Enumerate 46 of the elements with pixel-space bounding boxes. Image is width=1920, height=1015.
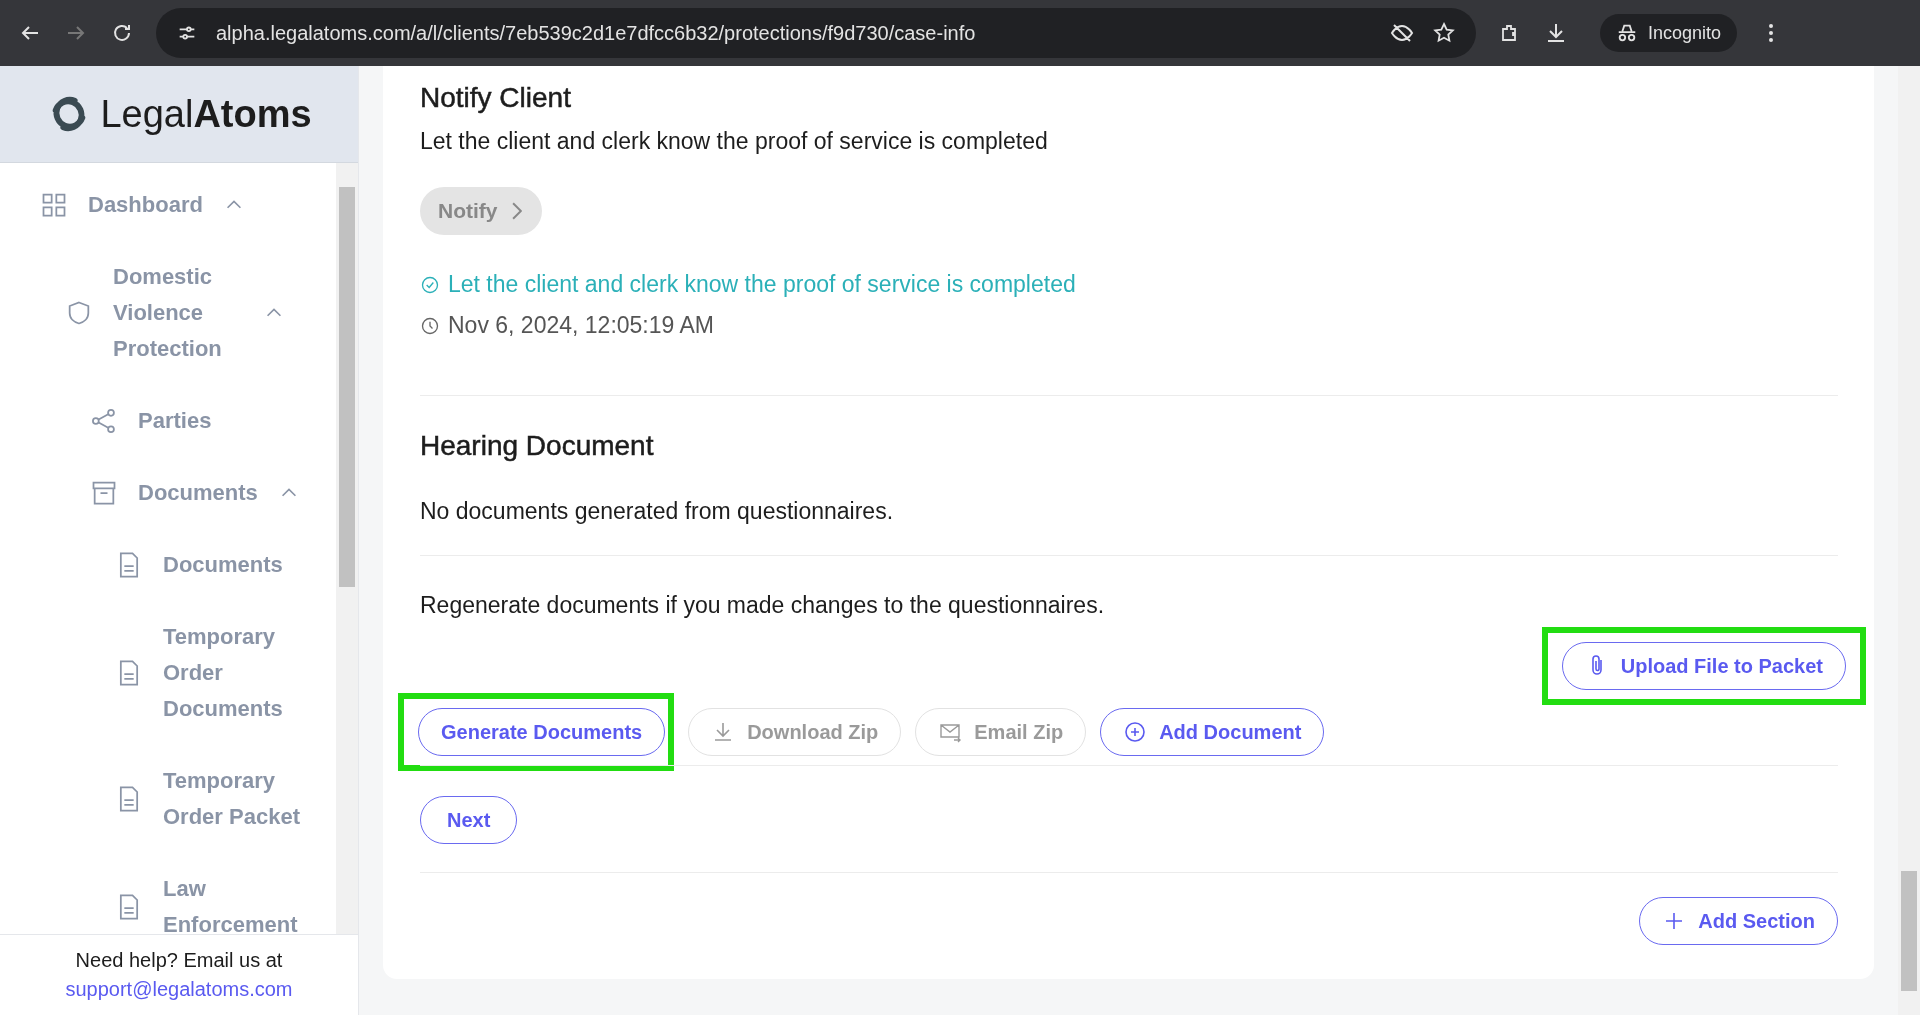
logo-text: LegalAtoms (100, 92, 312, 136)
add-section-button[interactable]: Add Section (1639, 897, 1838, 945)
nav-label: Documents (138, 479, 258, 507)
timestamp: Nov 6, 2024, 12:05:19 AM (448, 312, 714, 339)
plus-circle-icon (1123, 720, 1148, 744)
nav-item[interactable]: Domestic Violence Protection (0, 259, 336, 367)
next-button[interactable]: Next (420, 796, 518, 844)
section-description: Let the client and clerk know the proof of service is completed (420, 128, 1048, 155)
nav-item[interactable]: Dashboard (0, 187, 336, 223)
support-email-link[interactable]: support@legalatoms.com (65, 978, 293, 1001)
share-icon (90, 407, 118, 435)
chevron-right-icon (511, 202, 522, 220)
nav-item[interactable]: Documents (0, 547, 336, 583)
regenerate-hint: Regenerate documents if you made changes to the questionnaires. (420, 592, 1105, 619)
archive-icon (90, 479, 118, 507)
nav-label: Dashboard (88, 191, 203, 219)
nav-label: Temporary Order Packet (163, 767, 301, 831)
check-circle-icon (420, 274, 440, 295)
incognito-icon (1616, 22, 1638, 44)
star-icon[interactable] (1432, 21, 1456, 45)
empty-message: No documents generated from questionnaires. (420, 498, 894, 525)
upload-file-button[interactable]: Upload File to Packet (1561, 642, 1846, 690)
action-button[interactable]: Generate Documents (418, 708, 666, 756)
profile-label: Incognito (1648, 22, 1722, 44)
nav-label: Law Enforcement (163, 875, 299, 934)
nav-item[interactable]: Documents (0, 475, 336, 511)
section-title: Hearing Document (420, 430, 654, 462)
clock-icon (420, 315, 440, 336)
url-text: alpha.legalatoms.com/a/l/clients/7eb539c2d1e7dfcc6b32/protections/f9d730/case-info (216, 21, 977, 45)
nav-label: Temporary Order Documents (163, 623, 284, 723)
nav-item[interactable]: Parties (0, 403, 336, 439)
section-title: Notify Client (420, 82, 571, 114)
nav-label: Documents (163, 551, 283, 579)
help-text: Need help? Email us at (75, 949, 283, 972)
action-button[interactable]: Add Document (1100, 708, 1325, 756)
page-scrollbar[interactable] (1898, 66, 1920, 1015)
nav-label: Domestic Violence Protection (113, 263, 223, 363)
sidebar-scrollbar[interactable] (336, 163, 358, 934)
grid-icon (40, 191, 68, 219)
nav-item[interactable]: Law Enforcement (0, 871, 336, 934)
nav-label: Parties (138, 407, 212, 435)
status-message: Let the client and clerk know the proof of service is completed (448, 271, 1076, 298)
nav-item[interactable]: Temporary Order Documents (0, 619, 336, 727)
incognito-badge[interactable]: Incognito (1600, 14, 1738, 52)
nav-item[interactable]: Temporary Order Packet (0, 763, 336, 835)
address-bar[interactable]: alpha.legalatoms.com/a/l/clients/7eb539c2d1e7dfcc6b32/protections/f9d730/case-info (156, 8, 1476, 58)
